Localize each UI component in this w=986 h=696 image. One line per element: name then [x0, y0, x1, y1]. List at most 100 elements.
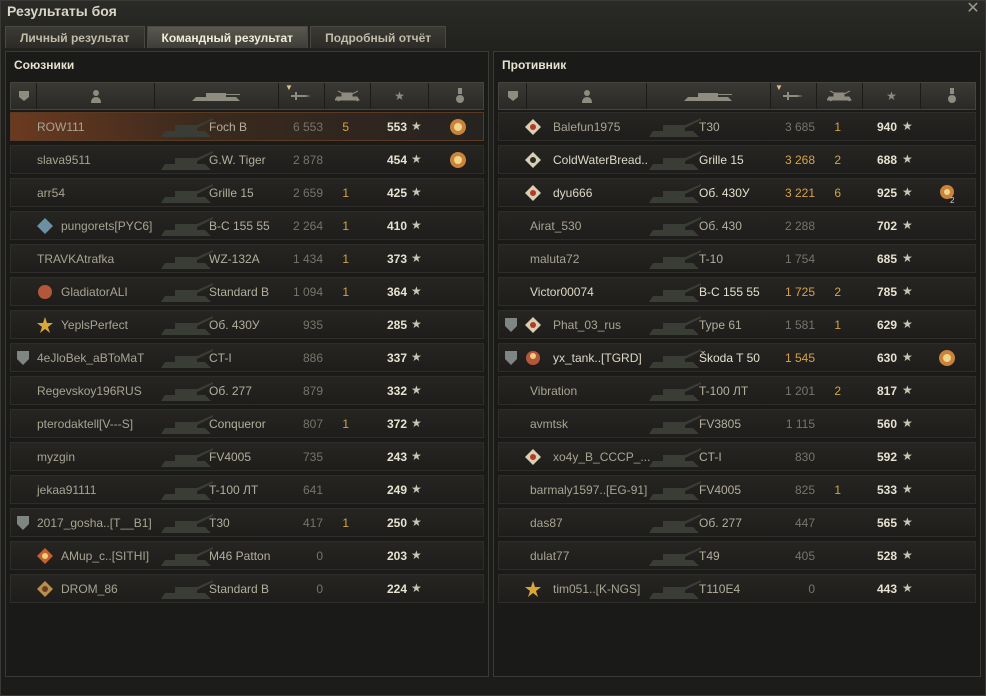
player-column-header[interactable]: [37, 83, 155, 109]
tank-icon: [161, 349, 213, 368]
damage-column-header[interactable]: ▼: [771, 83, 817, 109]
star-icon: ★: [902, 350, 913, 364]
tank-icon: [161, 514, 213, 533]
kills-value: 1: [342, 285, 349, 299]
player-name: ROW111: [37, 120, 85, 134]
tank-name: WZ-132A: [209, 252, 260, 266]
tank-name: T-10: [699, 252, 724, 266]
tab-detailed-report[interactable]: Подробный отчёт: [310, 26, 447, 48]
table-row[interactable]: jekaa91111 T-100 ЛТ 641 249 ★: [10, 475, 484, 504]
damage-column-header[interactable]: ▼: [279, 83, 325, 109]
star-icon: ★: [902, 218, 913, 232]
player-name: 4eJloBek_aBToMaT: [37, 351, 145, 365]
star-icon: ★: [394, 89, 405, 103]
table-row[interactable]: pungorets[PYC6] B-C 155 55 2 264 1 410 ★: [10, 211, 484, 240]
table-row[interactable]: tim051..[K-NGS] T110E4 0 443 ★: [498, 574, 976, 603]
star-icon: ★: [411, 251, 422, 265]
shell-icon: [782, 92, 803, 100]
enemies-rows: Balefun1975 T30 3 685 1 940 ★ ColdWaterB…: [498, 112, 976, 607]
table-row[interactable]: Regevskoy196RUS Об. 277 879 332 ★: [10, 376, 484, 405]
table-row[interactable]: xo4y_B_CCCP_... CT-I 830 592 ★: [498, 442, 976, 471]
star-icon: ★: [902, 548, 913, 562]
player-name: ColdWaterBread..: [553, 153, 648, 167]
table-row[interactable]: 2017_gosha..[T__B1] T30 417 1 250 ★: [10, 508, 484, 537]
badge-column-header[interactable]: [11, 83, 37, 109]
xp-value: 629: [876, 318, 897, 332]
table-row[interactable]: slava9511 G.W. Tiger 2 878 454 ★: [10, 145, 484, 174]
table-row[interactable]: Phat_03_rus Type 61 1 581 1 629 ★: [498, 310, 976, 339]
table-row[interactable]: YeplsPerfect Об. 430У 935 285 ★: [10, 310, 484, 339]
table-row[interactable]: ColdWaterBread.. Grille 15 3 268 2 688 ★: [498, 145, 976, 174]
table-row[interactable]: myzgin FV4005 735 243 ★: [10, 442, 484, 471]
xp-value: 249: [386, 483, 407, 497]
tank-name: Type 61: [699, 318, 742, 332]
medal-icon[interactable]: [447, 116, 469, 138]
table-row[interactable]: ROW111 Foch B 6 553 5 553 ★: [10, 112, 484, 141]
table-row[interactable]: yx_tank..[TGRD] Škoda T 50 1 545 630 ★: [498, 343, 976, 372]
table-row[interactable]: 4eJloBek_aBToMaT CT-I 886 337 ★: [10, 343, 484, 372]
table-row[interactable]: dyu666 Об. 430У 3 221 6 925 ★ 2: [498, 178, 976, 207]
table-row[interactable]: GladiatorALI Standard B 1 094 1 364 ★: [10, 277, 484, 306]
damage-value: 447: [794, 516, 815, 530]
badge-column-header[interactable]: [499, 83, 527, 109]
player-name: DROM_86: [61, 582, 118, 596]
table-row[interactable]: TRAVKAtrafka WZ-132A 1 434 1 373 ★: [10, 244, 484, 273]
tank-name: B-C 155 55: [209, 219, 270, 233]
table-row[interactable]: Victor00074 B-C 155 55 1 725 2 785 ★: [498, 277, 976, 306]
tank-icon: [161, 316, 213, 335]
player-column-header[interactable]: [527, 83, 647, 109]
star-icon: ★: [411, 548, 422, 562]
medal-icon[interactable]: 2: [936, 182, 958, 204]
xp-column-header[interactable]: ★: [863, 83, 921, 109]
clan-emblem-icon: [37, 548, 53, 564]
xp-value: 203: [386, 549, 407, 563]
kills-column-header[interactable]: [817, 83, 863, 109]
table-row[interactable]: Vibration T-100 ЛТ 1 201 2 817 ★: [498, 376, 976, 405]
table-row[interactable]: arr54 Grille 15 2 659 1 425 ★: [10, 178, 484, 207]
xp-value: 250: [386, 516, 407, 530]
medal-icon[interactable]: [936, 347, 958, 369]
tab-personal-result[interactable]: Личный результат: [5, 26, 145, 48]
tank-column-header[interactable]: [647, 83, 771, 109]
tank-icon: [161, 580, 213, 599]
medal-icon[interactable]: [447, 149, 469, 171]
tabs-bar: Личный результат Командный результат Под…: [5, 26, 448, 48]
tab-team-result[interactable]: Командный результат: [146, 26, 309, 48]
table-row[interactable]: AMup_c..[SITHI] M46 Patton 0 203 ★: [10, 541, 484, 570]
medals-column-header[interactable]: [921, 83, 983, 109]
damage-value: 830: [794, 450, 815, 464]
table-row[interactable]: Airat_530 Об. 430 2 288 702 ★: [498, 211, 976, 240]
xp-value: 243: [386, 450, 407, 464]
table-row[interactable]: dulat77 T49 405 528 ★: [498, 541, 976, 570]
damage-value: 879: [302, 384, 323, 398]
xp-value: 565: [876, 516, 897, 530]
medals-column-header[interactable]: [429, 83, 491, 109]
damage-value: 3 685: [784, 120, 815, 134]
tank-name: T49: [699, 549, 720, 563]
tank-name: Об. 430У: [209, 318, 260, 332]
table-row[interactable]: pterodaktell[V---S] Conqueror 807 1 372 …: [10, 409, 484, 438]
kills-column-header[interactable]: [325, 83, 371, 109]
table-row[interactable]: barmaly1597..[EG-91] FV4005 825 1 533 ★: [498, 475, 976, 504]
table-row[interactable]: maluta72 T-10 1 754 685 ★: [498, 244, 976, 273]
tank-icon: [161, 118, 213, 137]
table-row[interactable]: avmtsk FV3805 1 115 560 ★: [498, 409, 976, 438]
close-icon[interactable]: ✕: [965, 1, 981, 17]
xp-value: 553: [386, 120, 407, 134]
medal-icon: [456, 88, 464, 103]
table-row[interactable]: DROM_86 Standard B 0 224 ★: [10, 574, 484, 603]
tank-icon: [161, 481, 213, 500]
allies-panel: Союзники ▼ ★ ROW111 Foch B 6 553 5 553 ★…: [5, 51, 489, 677]
table-row[interactable]: Balefun1975 T30 3 685 1 940 ★: [498, 112, 976, 141]
clan-emblem-icon: [525, 152, 541, 168]
damage-value: 825: [794, 483, 815, 497]
damage-value: 6 553: [292, 120, 323, 134]
player-name: TRAVKAtrafka: [37, 252, 115, 266]
tank-icon: [649, 217, 701, 236]
xp-column-header[interactable]: ★: [371, 83, 429, 109]
kills-value: 1: [342, 186, 349, 200]
tank-name: M46 Patton: [209, 549, 271, 563]
player-name: yx_tank..[TGRD]: [553, 351, 642, 365]
tank-column-header[interactable]: [155, 83, 279, 109]
table-row[interactable]: das87 Об. 277 447 565 ★: [498, 508, 976, 537]
